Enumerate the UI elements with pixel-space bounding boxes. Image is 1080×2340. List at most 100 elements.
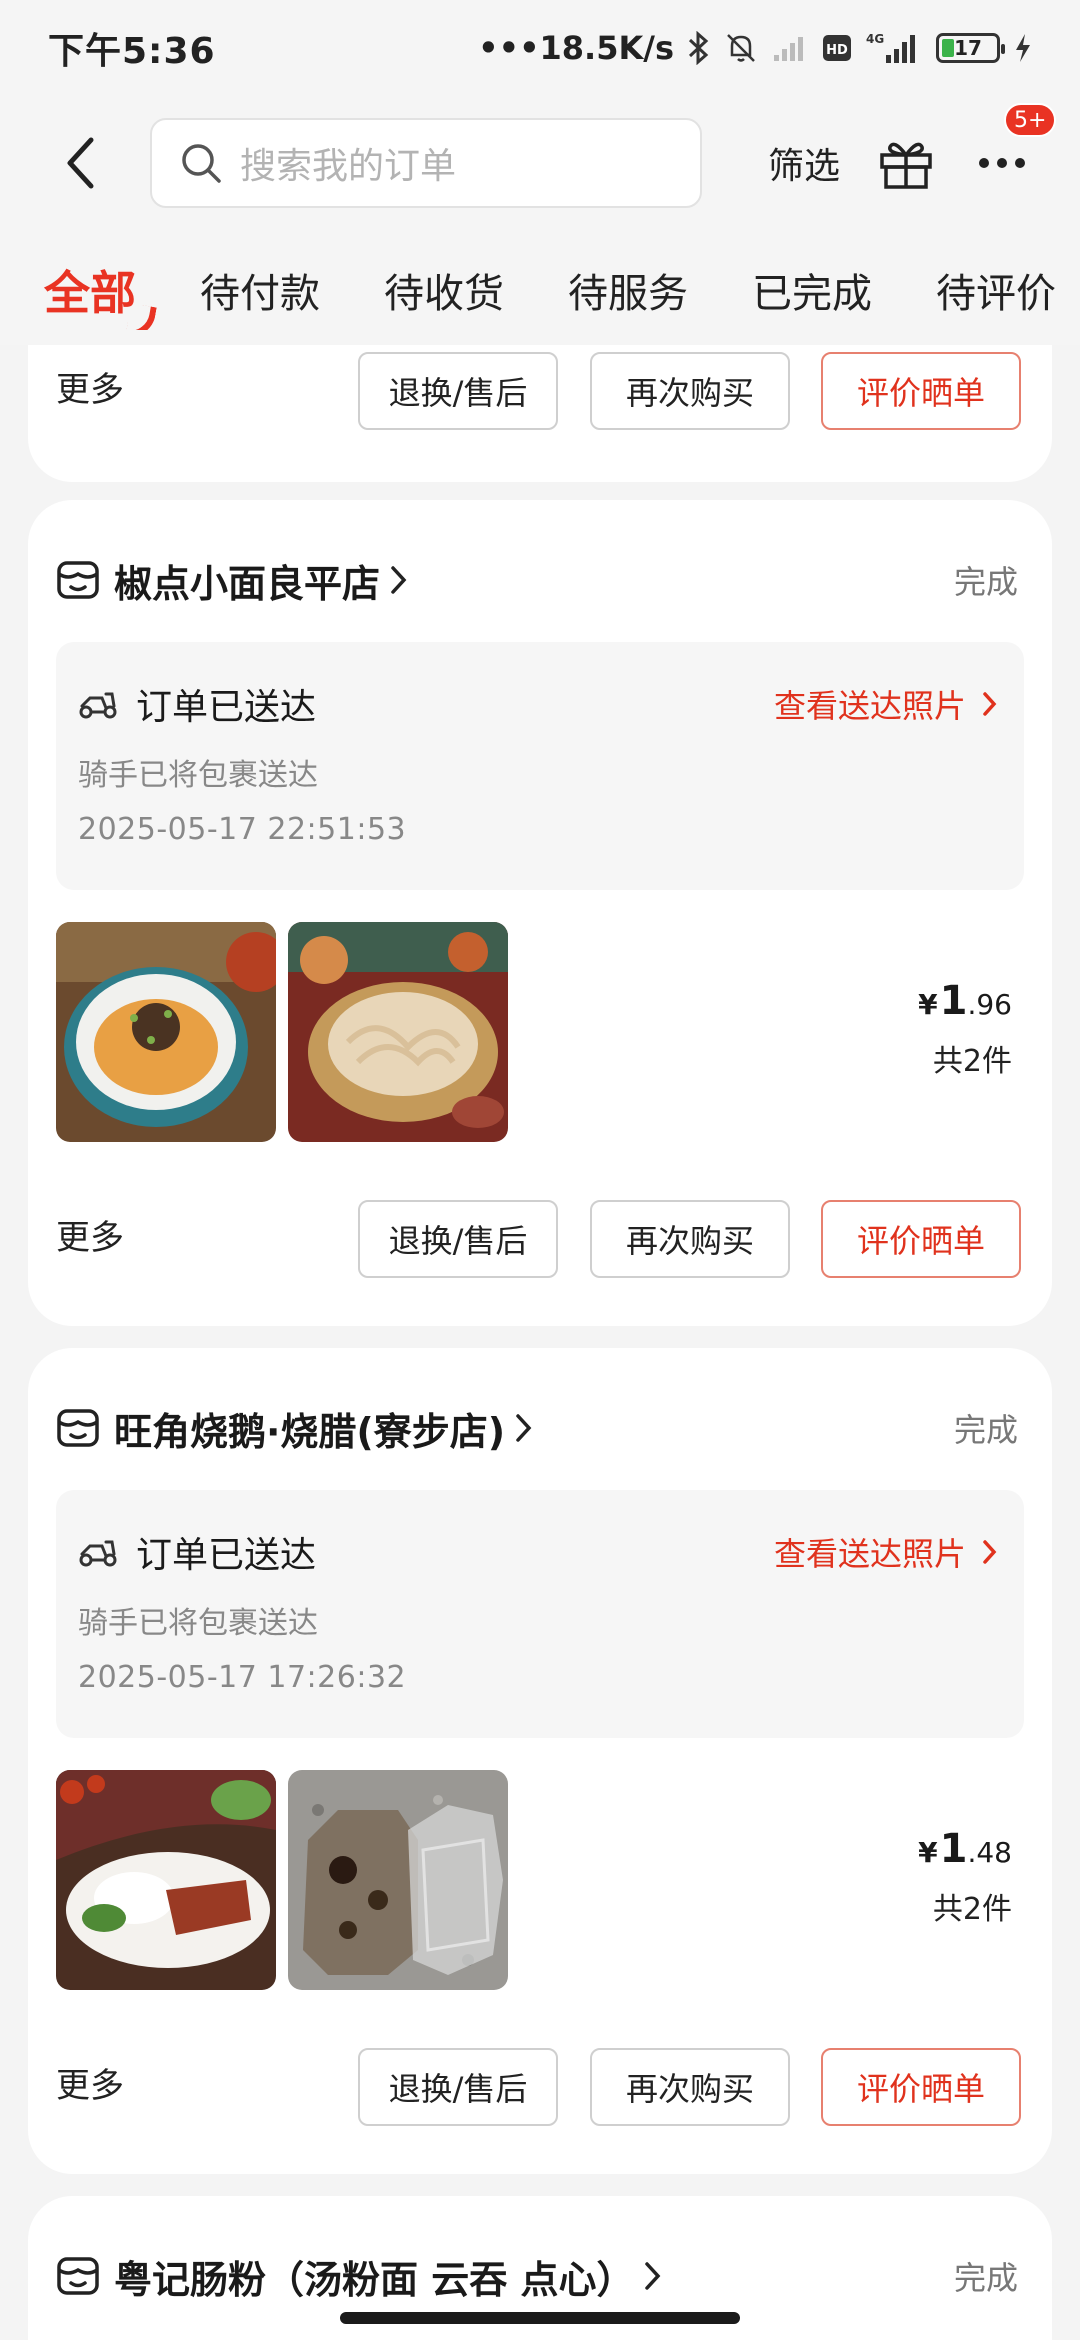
currency-symbol: ¥ (918, 1836, 938, 1869)
signal-weak-icon (772, 33, 808, 63)
price-integer: 1 (939, 1826, 968, 1872)
chevron-right-icon (983, 692, 997, 716)
delivery-link-label: 查看送达照片 (773, 687, 966, 725)
signal-4g-icon: 4G (866, 31, 922, 65)
order-status: 完成 (953, 1411, 1018, 1449)
filter-button[interactable]: 筛选 (768, 137, 840, 189)
product-image-roast-goose-rice[interactable] (56, 1770, 276, 1990)
shop-name: 粤记肠粉（汤粉面 云吞 点心） (114, 2257, 635, 2302)
delivery-subtitle: 骑手已将包裹送达 (78, 758, 318, 793)
product-image-noodle-basket[interactable] (288, 922, 508, 1142)
currency-symbol: ¥ (918, 988, 938, 1021)
network-speed: •••18.5K/s (478, 29, 674, 67)
order-status: 完成 (953, 563, 1018, 601)
tab-completed[interactable]: 已完成 (752, 261, 872, 319)
product-thumbnails[interactable] (56, 922, 508, 1142)
order-actions: 更多 退换/售后 再次购买 评价晒单 (28, 2048, 1052, 2128)
order-list-screen: 下午5:36 •••18.5K/s HD 4G 17 搜索我的订单 筛选 5+ … (0, 0, 1080, 2340)
tab-pending-service[interactable]: 待服务 (568, 261, 688, 319)
search-input[interactable]: 搜索我的订单 (150, 118, 702, 208)
back-arrow-icon (67, 137, 94, 189)
shop-icon (56, 558, 100, 602)
more-link[interactable]: 更多 (56, 1210, 124, 1259)
view-delivery-photo-link[interactable]: 查看送达照片 (774, 681, 998, 727)
back-button[interactable] (50, 123, 110, 203)
delivery-title: 订单已送达 (136, 687, 317, 728)
notification-badge: 5+ (1004, 103, 1057, 137)
rebuy-button[interactable]: 再次购买 (590, 2048, 790, 2126)
chevron-right-icon (513, 1410, 535, 1446)
order-actions: 更多 退换/售后 再次购买 评价晒单 (28, 1200, 1052, 1280)
delivery-header: 订单已送达 查看送达照片 (78, 1526, 998, 1578)
delivery-header: 订单已送达 查看送达照片 (78, 678, 998, 730)
scooter-icon (78, 1536, 118, 1568)
svg-text:4G: 4G (866, 32, 884, 46)
svg-text:HD: HD (826, 43, 848, 58)
chevron-right-icon (983, 1540, 997, 1564)
product-image-takeout-containers[interactable] (288, 1770, 508, 1990)
price-integer: 1 (939, 978, 968, 1024)
shop-header[interactable]: 粤记肠粉（汤粉面 云吞 点心） 完成 (56, 2248, 1018, 2304)
order-price: ¥1.96 共2件 (918, 978, 1012, 1080)
price-decimal: .96 (967, 988, 1012, 1021)
more-menu-button[interactable]: 5+ (972, 103, 1057, 183)
dot (979, 158, 990, 168)
chevron-right-icon (642, 2258, 664, 2294)
order-status: 完成 (953, 2259, 1018, 2297)
delivery-info[interactable]: 订单已送达 查看送达照片 骑手已将包裹送达 2025-05-17 17:26:3… (56, 1490, 1024, 1738)
shop-icon (56, 1406, 100, 1450)
battery-icon: 17 (936, 33, 1005, 63)
tab-all[interactable]: 全部 (44, 257, 157, 330)
product-thumbnails[interactable] (56, 1770, 508, 1990)
price-decimal: .48 (967, 1836, 1012, 1869)
return-button[interactable]: 退换/售后 (358, 1200, 558, 1278)
return-button[interactable]: 退换/售后 (358, 2048, 558, 2126)
shop-header[interactable]: 旺角烧鹅·烧腊(寮步店) 完成 (56, 1400, 1018, 1456)
scooter-icon (78, 688, 118, 720)
delivery-time: 2025-05-17 22:51:53 (78, 812, 407, 847)
search-placeholder: 搜索我的订单 (240, 146, 457, 187)
review-button[interactable]: 评价晒单 (821, 2048, 1021, 2126)
order-card: 椒点小面良平店 完成 订单已送达 查看送达照片 骑手已将包裹送达 2025-05… (28, 500, 1052, 1326)
status-time: 下午5:36 (48, 31, 216, 72)
mute-bell-icon (724, 31, 758, 65)
delivery-info[interactable]: 订单已送达 查看送达照片 骑手已将包裹送达 2025-05-17 22:51:5… (56, 642, 1024, 890)
shop-icon (56, 2254, 100, 2298)
status-icons: •••18.5K/s HD 4G 17 (478, 29, 1032, 67)
more-link[interactable]: 更多 (56, 362, 124, 411)
shop-name: 椒点小面良平店 (114, 561, 381, 606)
tab-pending-payment[interactable]: 待付款 (200, 261, 320, 319)
dot (997, 158, 1008, 168)
item-count: 共2件 (932, 1044, 1012, 1079)
review-button[interactable]: 评价晒单 (821, 352, 1021, 430)
status-bar: 下午5:36 •••18.5K/s HD 4G 17 (0, 0, 1080, 96)
tab-pending-review[interactable]: 待评价 (936, 261, 1056, 319)
review-button[interactable]: 评价晒单 (821, 1200, 1021, 1278)
delivery-link-label: 查看送达照片 (773, 1535, 966, 1573)
price-amount: ¥1.48 (918, 1826, 1012, 1872)
order-actions: 更多 退换/售后 再次购买 评价晒单 (28, 352, 1052, 432)
home-indicator[interactable] (340, 2312, 740, 2324)
rebuy-button[interactable]: 再次购买 (590, 352, 790, 430)
product-image-noodles[interactable] (56, 922, 276, 1142)
order-card: 旺角烧鹅·烧腊(寮步店) 完成 订单已送达 查看送达照片 骑手已将包裹送达 20… (28, 1348, 1052, 2174)
view-delivery-photo-link[interactable]: 查看送达照片 (774, 1529, 998, 1575)
return-button[interactable]: 退换/售后 (358, 352, 558, 430)
rebuy-button[interactable]: 再次购买 (590, 1200, 790, 1278)
tab-active-indicator (125, 303, 157, 330)
order-price: ¥1.48 共2件 (918, 1826, 1012, 1928)
dot (1015, 158, 1026, 168)
item-count: 共2件 (932, 1892, 1012, 1927)
tab-pending-receipt[interactable]: 待收货 (384, 261, 504, 319)
delivery-subtitle: 骑手已将包裹送达 (78, 1606, 318, 1641)
tab-label: 全部 (44, 266, 136, 320)
delivery-time: 2025-05-17 17:26:32 (78, 1660, 407, 1695)
bluetooth-icon (688, 31, 710, 65)
more-link[interactable]: 更多 (56, 2058, 124, 2107)
battery-level: 17 (954, 36, 982, 60)
chevron-right-icon (388, 562, 410, 598)
shop-header[interactable]: 椒点小面良平店 完成 (56, 552, 1018, 608)
delivery-title: 订单已送达 (136, 1535, 317, 1576)
gift-icon[interactable] (878, 135, 934, 191)
hd-icon: HD (822, 34, 852, 62)
